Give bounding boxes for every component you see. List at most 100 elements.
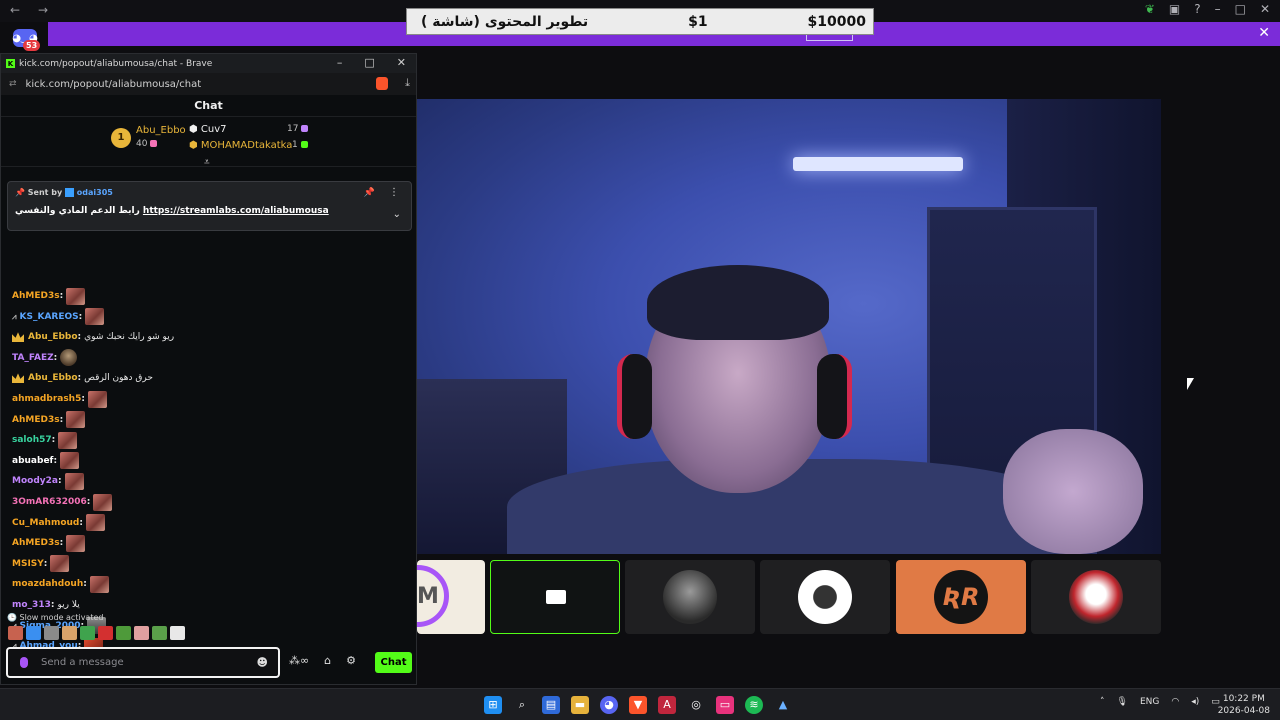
- collapse-icon[interactable]: ⩡: [204, 157, 210, 168]
- microphone-icon[interactable]: [20, 657, 28, 668]
- chat-message: Cu_Mahmoud:: [12, 514, 105, 532]
- help-icon[interactable]: ?: [1194, 2, 1200, 16]
- chat-username[interactable]: mo_313: [12, 600, 51, 610]
- brave-shield-icon[interactable]: [376, 77, 388, 90]
- emote-icon[interactable]: [44, 626, 59, 640]
- brave-app-icon[interactable]: ▼: [629, 696, 647, 714]
- thumbnail-4[interactable]: [760, 560, 890, 634]
- download-icon[interactable]: ⤓: [405, 76, 410, 90]
- chat-username[interactable]: AhMED3s: [12, 538, 60, 548]
- chat-message: Moody2a:: [12, 472, 84, 490]
- pin-icon[interactable]: 📌: [364, 188, 375, 198]
- chat-text: حرق دهون الرقص: [84, 373, 153, 384]
- chat-message: saloh57:: [12, 431, 78, 449]
- volume-icon[interactable]: ◂): [1191, 697, 1199, 707]
- emote-icon[interactable]: [8, 626, 23, 640]
- app-pink-icon[interactable]: ▭: [716, 696, 734, 714]
- folder-icon[interactable]: ▬: [571, 696, 589, 714]
- chat-username[interactable]: Moody2a: [12, 476, 58, 486]
- pinned-link[interactable]: https://streamlabs.com/aliabumousa: [143, 206, 329, 216]
- emote-icon[interactable]: [170, 626, 185, 640]
- chat-username[interactable]: Abu_Ebbo: [28, 332, 78, 342]
- leader-second-name[interactable]: ⬢ Cuv7: [189, 124, 227, 135]
- clock-time: 10:22 PM: [1222, 694, 1265, 704]
- chat-message: MSISY:: [12, 555, 70, 573]
- address-bar[interactable]: ⇄ kick.com/popout/aliabumousa/chat ⤓: [1, 73, 416, 95]
- message-input[interactable]: Send a message ☻: [6, 647, 280, 678]
- minimize-icon[interactable]: –: [1215, 2, 1221, 16]
- window-maximize-icon[interactable]: □: [364, 56, 374, 69]
- emote-icon[interactable]: [80, 626, 95, 640]
- chat-username[interactable]: Abu_Ebbo: [28, 373, 78, 383]
- emote-icon[interactable]: [26, 626, 41, 640]
- screen-icon[interactable]: ▣: [1169, 2, 1180, 16]
- leaf-icon[interactable]: ❦: [1145, 2, 1155, 16]
- clock[interactable]: 10:22 PM 2026-04-08: [1218, 693, 1270, 717]
- back-arrow-icon[interactable]: ←: [10, 3, 20, 17]
- chevron-down-icon[interactable]: ⌄: [393, 209, 401, 220]
- chat-username[interactable]: saloh57: [12, 435, 52, 445]
- wifi-icon[interactable]: ◠: [1171, 697, 1179, 707]
- person-hair: [647, 265, 829, 340]
- obs-icon[interactable]: ◎: [687, 696, 705, 714]
- discord-app-icon[interactable]: ◕: [600, 696, 618, 714]
- chat-username[interactable]: KS_KAREOS: [20, 312, 79, 322]
- emote-icon[interactable]: [116, 626, 131, 640]
- emote-icon[interactable]: [134, 626, 149, 640]
- thumbnail-camera[interactable]: [490, 560, 620, 634]
- app-a-icon[interactable]: A: [658, 696, 676, 714]
- emote-icon: [87, 390, 107, 408]
- thumbnail-3[interactable]: [625, 560, 755, 634]
- leader-third-name[interactable]: ⬢ MOHAMADtakatka: [189, 140, 292, 151]
- avatar: [663, 570, 717, 624]
- more-options-icon[interactable]: ⋮: [389, 187, 399, 198]
- store-app-icon[interactable]: ▤: [542, 696, 560, 714]
- chat-username[interactable]: moazdahdouh: [12, 579, 83, 589]
- site-settings-icon[interactable]: ⇄: [9, 79, 17, 89]
- chat-username[interactable]: AhMED3s: [12, 415, 60, 425]
- banner-close-icon[interactable]: ✕: [1258, 25, 1270, 41]
- leader-first-name[interactable]: Abu_Ebbo: [136, 125, 186, 136]
- maximize-icon[interactable]: □: [1235, 2, 1246, 16]
- forward-arrow-icon[interactable]: →: [38, 3, 48, 17]
- store-icon[interactable]: ⌂: [324, 654, 331, 667]
- thumbnail-6[interactable]: [1031, 560, 1161, 634]
- window-minimize-icon[interactable]: –: [337, 56, 343, 69]
- emote-icon[interactable]: [98, 626, 113, 640]
- window-close-icon[interactable]: ✕: [397, 56, 406, 69]
- chat-message: AhMED3s:: [12, 534, 86, 552]
- start-icon[interactable]: ⊞: [484, 696, 502, 714]
- separator: :: [53, 352, 58, 363]
- spotify-icon[interactable]: ≋: [745, 696, 763, 714]
- window-titlebar[interactable]: K kick.com/popout/aliabumousa/chat - Bra…: [1, 54, 416, 73]
- leader-first-count: 40: [136, 139, 148, 149]
- slow-mode-text: Slow mode activated: [19, 613, 104, 622]
- language-indicator[interactable]: ENG: [1140, 697, 1159, 707]
- chat-username[interactable]: MSISY: [12, 559, 44, 569]
- search-icon[interactable]: ⌕: [513, 696, 531, 714]
- emote-icon[interactable]: [62, 626, 77, 640]
- url-text: kick.com/popout/aliabumousa/chat: [25, 78, 202, 90]
- kicks-icon[interactable]: ⁂∞: [289, 654, 309, 667]
- thumbnail-1[interactable]: M: [417, 560, 485, 634]
- emote-icon: [93, 493, 113, 511]
- chat-username[interactable]: ahmadbrash5: [12, 394, 81, 404]
- chevron-up-icon[interactable]: ˄: [1100, 697, 1105, 707]
- emoji-icon[interactable]: ☻: [257, 656, 268, 669]
- microphone-tray-icon[interactable]: 🎙: [1117, 697, 1128, 707]
- send-chat-button[interactable]: Chat: [375, 652, 412, 673]
- chat-username[interactable]: AhMED3s: [12, 291, 60, 301]
- pinned-user[interactable]: odai305: [77, 188, 113, 197]
- separator: :: [43, 558, 48, 569]
- thumbnail-5[interactable]: ƦR: [896, 560, 1026, 634]
- settings-gear-icon[interactable]: ⚙: [346, 654, 356, 667]
- close-icon[interactable]: ✕: [1260, 2, 1270, 16]
- chat-username[interactable]: TA_FAEZ: [12, 353, 54, 363]
- emote-icon[interactable]: [152, 626, 167, 640]
- chat-username[interactable]: abuabef: [12, 456, 53, 466]
- chat-username[interactable]: Cu_Mahmoud: [12, 518, 79, 528]
- app-arc-icon[interactable]: ▲: [774, 696, 792, 714]
- chat-username[interactable]: 3OmAR632006: [12, 497, 87, 507]
- ceiling-light: [793, 157, 963, 171]
- desktop: ← → ❦ ▣ ? – □ ✕ ◕‿◕ 53 Streamer Mode is …: [0, 0, 1280, 720]
